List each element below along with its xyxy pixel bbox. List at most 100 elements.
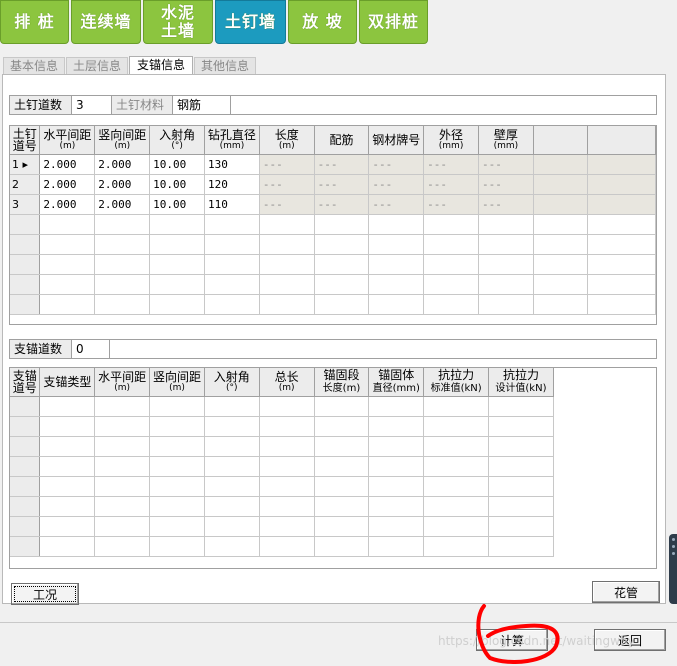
table-row[interactable] <box>10 456 656 477</box>
table-cell[interactable] <box>94 416 151 437</box>
table-cell[interactable]: --- <box>478 174 534 195</box>
table-cell[interactable] <box>314 456 370 477</box>
table-row[interactable] <box>10 214 656 235</box>
table-cell[interactable] <box>204 496 260 517</box>
table-cell[interactable] <box>204 234 260 255</box>
table-cell[interactable] <box>259 416 315 437</box>
table-cell[interactable] <box>368 476 425 497</box>
flower-pipe-button[interactable]: 花管 <box>592 581 660 603</box>
table-cell[interactable] <box>368 274 425 295</box>
table-row[interactable] <box>10 476 656 497</box>
working-condition-button[interactable]: 工况 <box>11 583 79 605</box>
table-cell[interactable] <box>488 496 554 517</box>
scroll-handle[interactable] <box>669 534 677 604</box>
table-cell[interactable] <box>533 234 589 255</box>
table-cell[interactable] <box>368 456 425 477</box>
table-cell[interactable] <box>259 214 315 235</box>
table-cell[interactable] <box>39 396 96 417</box>
table-cell[interactable] <box>39 476 96 497</box>
table-cell[interactable] <box>587 214 656 235</box>
table-cell[interactable] <box>314 416 370 437</box>
table-cell[interactable]: --- <box>478 154 534 175</box>
table-cell[interactable] <box>39 416 96 437</box>
table-cell[interactable]: --- <box>423 174 479 195</box>
table-cell[interactable] <box>423 416 490 437</box>
table-cell[interactable] <box>533 194 589 215</box>
table-cell[interactable] <box>94 436 151 457</box>
table-cell[interactable] <box>478 214 534 235</box>
table-cell[interactable] <box>314 436 370 457</box>
table-cell[interactable]: --- <box>368 194 425 215</box>
table-row[interactable]: 1 ▸ 2.000 2.000 10.00 130 --- --- --- --- --- <box>10 154 656 175</box>
table-cell[interactable]: 120 <box>204 174 260 195</box>
table-cell[interactable] <box>423 274 479 295</box>
table-cell[interactable]: --- <box>259 154 315 175</box>
table-row[interactable] <box>10 274 656 295</box>
table-cell[interactable] <box>39 214 96 235</box>
table-cell[interactable] <box>533 174 589 195</box>
table-cell[interactable] <box>259 274 315 295</box>
table-cell[interactable] <box>314 254 370 275</box>
soil-nail-count-input[interactable]: 3 <box>72 96 112 114</box>
table-cell[interactable]: 2.000 <box>39 194 96 215</box>
table-cell[interactable] <box>204 214 260 235</box>
table-cell[interactable] <box>423 294 479 315</box>
table-cell[interactable] <box>314 476 370 497</box>
table-row[interactable] <box>10 536 656 557</box>
module-tab-cement-soil-wall[interactable]: 水泥 土墙 <box>143 0 213 44</box>
table-cell[interactable] <box>488 476 554 497</box>
module-tab-soil-nail-wall[interactable]: 土钉墙 <box>215 0 286 44</box>
table-cell[interactable] <box>149 416 205 437</box>
table-cell[interactable] <box>94 536 151 557</box>
table-cell[interactable] <box>94 294 151 315</box>
table-cell[interactable] <box>204 456 260 477</box>
table-cell[interactable] <box>149 496 205 517</box>
table-cell[interactable] <box>94 496 151 517</box>
table-cell[interactable] <box>533 154 589 175</box>
table-row[interactable]: 3 2.000 2.000 10.00 110 --- --- --- --- --- <box>10 194 656 215</box>
table-cell[interactable] <box>423 396 490 417</box>
table-cell[interactable] <box>259 476 315 497</box>
table-row[interactable] <box>10 496 656 517</box>
table-cell[interactable] <box>478 294 534 315</box>
table-cell[interactable] <box>39 536 96 557</box>
table-cell[interactable] <box>553 516 656 536</box>
table-cell[interactable]: 2.000 <box>94 154 151 175</box>
table-cell[interactable]: 10.00 <box>149 194 206 215</box>
table-cell[interactable]: --- <box>259 174 315 195</box>
table-cell[interactable] <box>423 516 490 537</box>
table-cell[interactable] <box>204 516 260 537</box>
table-cell[interactable] <box>204 436 260 457</box>
table-cell[interactable] <box>94 456 151 477</box>
table-cell[interactable] <box>39 274 96 295</box>
table-cell[interactable] <box>423 234 479 255</box>
table-cell[interactable]: 2.000 <box>39 174 96 195</box>
soil-nail-material-select[interactable]: 钢筋 <box>173 96 231 114</box>
table-cell[interactable] <box>533 294 589 315</box>
table-cell[interactable] <box>423 456 490 477</box>
module-tab-slope[interactable]: 放 坡 <box>288 0 357 44</box>
table-cell[interactable] <box>553 396 656 416</box>
table-cell[interactable]: --- <box>368 174 425 195</box>
table-cell[interactable] <box>423 254 479 275</box>
table-cell[interactable] <box>587 174 656 195</box>
table-cell[interactable]: 10.00 <box>149 154 206 175</box>
table-cell[interactable] <box>368 536 425 557</box>
table-cell[interactable] <box>423 476 490 497</box>
table-cell[interactable] <box>314 294 370 315</box>
table-cell[interactable] <box>314 536 370 557</box>
table-cell[interactable] <box>204 274 260 295</box>
module-tab-double-row-pile[interactable]: 双排桩 <box>359 0 428 44</box>
table-cell[interactable] <box>368 294 425 315</box>
table-cell[interactable] <box>204 294 260 315</box>
table-cell[interactable] <box>39 516 96 537</box>
table-cell[interactable] <box>149 536 205 557</box>
anchor-count-input[interactable]: 0 <box>72 340 110 358</box>
table-cell[interactable]: 2.000 <box>94 174 151 195</box>
table-cell[interactable]: --- <box>259 194 315 215</box>
table-cell[interactable] <box>587 254 656 275</box>
table-cell[interactable] <box>423 214 479 235</box>
table-cell[interactable] <box>94 476 151 497</box>
table-cell[interactable]: 10.00 <box>149 174 206 195</box>
table-cell[interactable] <box>259 436 315 457</box>
